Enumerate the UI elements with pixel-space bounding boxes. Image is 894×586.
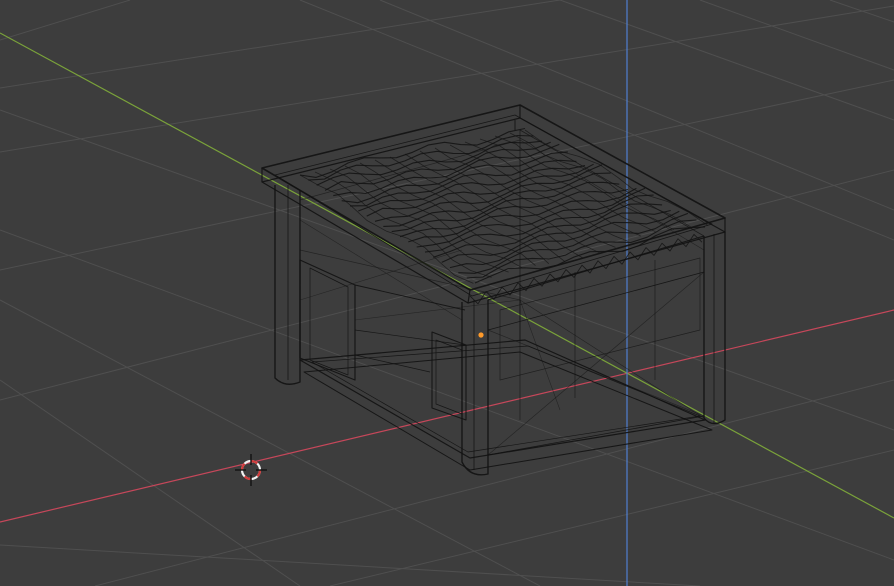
viewport-background xyxy=(0,0,894,586)
object-origin-point[interactable] xyxy=(478,332,484,338)
3d-viewport[interactable] xyxy=(0,0,894,586)
viewport-canvas[interactable] xyxy=(0,0,894,586)
